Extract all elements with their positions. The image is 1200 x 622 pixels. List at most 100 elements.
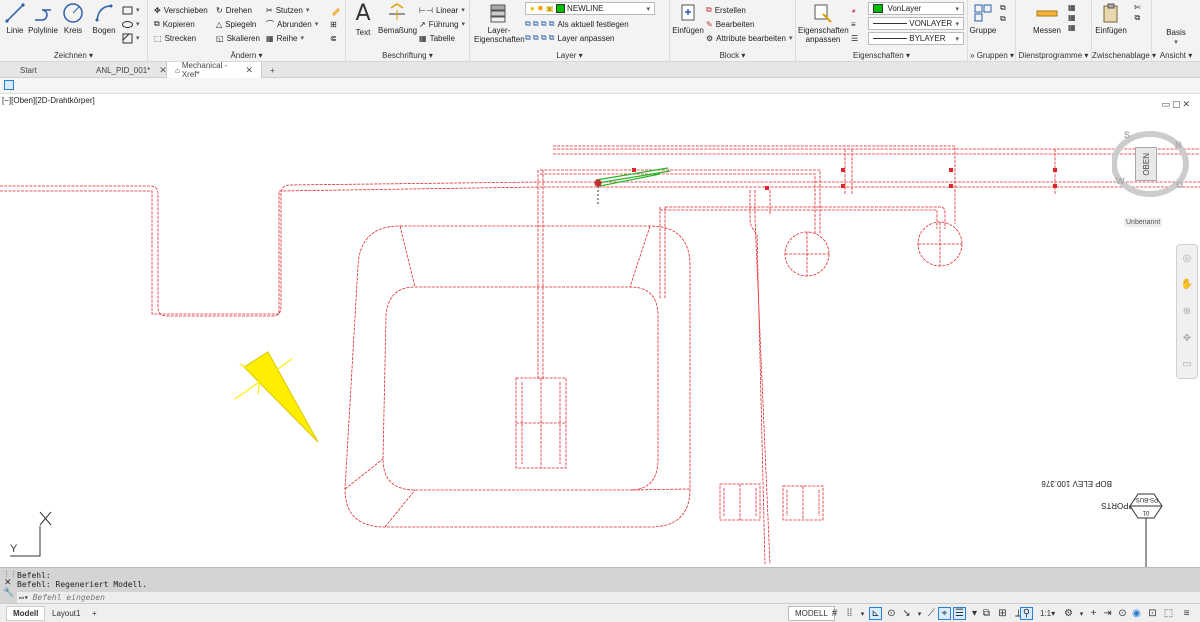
- offset-button[interactable]: ⋐: [330, 31, 337, 45]
- basis-button[interactable]: Basis ▾: [1158, 28, 1194, 46]
- panel-title-zwischenablage[interactable]: Zwischenablage ▾: [1092, 51, 1156, 60]
- polylinie-button[interactable]: Polylinie: [28, 2, 58, 35]
- bemassung-button[interactable]: Bemaßung: [378, 2, 417, 35]
- tab-mechanical[interactable]: ⌂ Mechanical - Xref* ✕: [166, 61, 262, 79]
- drawing-canvas[interactable]: Y BOP ELEV 100.376 SUPPORTS PS-BUS- 01: [0, 94, 1200, 567]
- tab-modell[interactable]: Modell: [6, 606, 46, 621]
- tab-start[interactable]: Start: [12, 62, 86, 78]
- panel-title-dienstprogramme[interactable]: Dienstprogramme ▾: [1016, 51, 1091, 60]
- zw-einfuegen-button[interactable]: Einfügen: [1094, 2, 1128, 35]
- lineweight-dropdown[interactable]: BYLAYER ▾: [868, 32, 964, 45]
- linie-button[interactable]: Linie: [3, 2, 27, 35]
- layer-dropdown[interactable]: ● ✹ ▣ NEWLINE ▾: [525, 2, 655, 15]
- kopieren-button[interactable]: ⧉ Kopieren: [154, 17, 195, 31]
- viewcube-north[interactable]: N: [1175, 140, 1182, 150]
- annotation-visibility-icon[interactable]: ⚲: [1020, 607, 1033, 620]
- 3d-osnap-icon[interactable]: ⊞: [996, 607, 1009, 620]
- workspace-gear-icon[interactable]: ⚙: [1062, 607, 1075, 620]
- verschieben-button[interactable]: ✥ Verschieben: [154, 3, 208, 17]
- nav-showmotion-icon[interactable]: ▭: [1182, 359, 1191, 370]
- spiegeln-button[interactable]: △ Spiegeln: [216, 17, 256, 31]
- lineweight-display-icon[interactable]: ☰: [953, 607, 966, 620]
- text-button[interactable]: A Text: [350, 2, 376, 38]
- color-wheel-button[interactable]: ◕: [851, 3, 856, 17]
- tab-layout1[interactable]: Layout1: [46, 606, 86, 621]
- viewcube-east[interactable]: O: [1176, 180, 1183, 190]
- panel-title-beschriftung[interactable]: Beschriftung ▾: [346, 51, 469, 60]
- block-einfuegen-button[interactable]: Einfügen: [672, 2, 704, 35]
- erase-button[interactable]: [330, 3, 341, 17]
- color-dropdown[interactable]: VonLayer ▾: [868, 2, 964, 15]
- add-layout-button[interactable]: +: [86, 606, 103, 621]
- selection-cycling-icon[interactable]: ⧉: [980, 607, 993, 620]
- fuehrung-button[interactable]: ↗ Führung ▾: [419, 17, 465, 31]
- nav-zoom-icon[interactable]: ⊕: [1183, 306, 1191, 317]
- gruppe-button[interactable]: Gruppe: [969, 2, 997, 35]
- panel-toggle-icon[interactable]: [4, 80, 14, 90]
- group-tools[interactable]: ⧉ ⧉: [1000, 3, 1006, 24]
- plus-icon[interactable]: +: [1087, 607, 1100, 620]
- drawing-viewport[interactable]: [−][Oben][2D-Drahtkörper] ▭▢✕ Y BOP ELEV…: [0, 94, 1200, 567]
- osnap-track-icon[interactable]: ⟋: [925, 607, 938, 620]
- linetype-button[interactable]: ≡: [851, 17, 856, 31]
- nav-orbit-icon[interactable]: ✥: [1183, 333, 1191, 344]
- command-input[interactable]: ▭▾ Befehl eingeben: [17, 592, 1200, 603]
- polar-icon[interactable]: ⊙: [885, 607, 898, 620]
- viewcube[interactable]: OBEN N S W O: [1111, 130, 1200, 210]
- viewcube-west[interactable]: W: [1116, 176, 1125, 186]
- tab-anl-pid[interactable]: ANL_PID_001* ✕: [88, 62, 167, 78]
- lineweight-button[interactable]: ☰: [851, 31, 858, 45]
- explode-button[interactable]: ⊞: [330, 17, 337, 31]
- bogen-button[interactable]: Bogen: [92, 2, 116, 35]
- eigenschaften-anpassen-button[interactable]: Eigenschaften anpassen: [798, 2, 849, 44]
- linetype-dropdown[interactable]: VONLAYER ▾: [868, 17, 964, 30]
- panel-title-block[interactable]: Block ▾: [670, 51, 795, 60]
- drehen-button[interactable]: ↻ Drehen: [216, 3, 252, 17]
- erstellen-button[interactable]: ⧉ Erstellen: [706, 3, 746, 17]
- attribute-bearbeiten-button[interactable]: ⚙ Attribute bearbeiten ▾: [706, 31, 793, 45]
- calculator-tools[interactable]: ▦ ▦ ▦: [1068, 3, 1076, 32]
- rectangle-tool[interactable]: ▾: [122, 3, 140, 17]
- panel-title-layer[interactable]: Layer ▾: [470, 51, 669, 60]
- command-settings-icon[interactable]: 🔧: [3, 587, 14, 598]
- grid-icon[interactable]: #: [828, 607, 841, 620]
- abrunden-button[interactable]: ⌒ Abrunden ▾: [266, 17, 318, 31]
- hardware-accel-icon[interactable]: ◉: [1130, 607, 1143, 620]
- clipboard-tools[interactable]: ✄ ⧉: [1134, 3, 1141, 23]
- als-aktuell-button[interactable]: ⧉ ⧉ ⧉ ⧉ Als aktuell festlegen: [525, 17, 629, 31]
- isolate-icon[interactable]: ⊙: [1116, 607, 1129, 620]
- customize-menu-icon[interactable]: ≡: [1180, 607, 1193, 620]
- isodraft-icon[interactable]: ↘: [900, 607, 913, 620]
- viewcube-south[interactable]: S: [1124, 130, 1130, 140]
- messen-button[interactable]: Messen: [1030, 2, 1064, 35]
- panel-title-ansicht[interactable]: Ansicht ▾: [1152, 51, 1200, 60]
- skalieren-button[interactable]: ◱ Skalieren: [216, 31, 260, 45]
- snap-icon[interactable]: ⁞⁞: [843, 607, 856, 620]
- reihe-button[interactable]: ▦ Reihe ▾: [266, 31, 304, 45]
- layer-eigenschaften-button[interactable]: Layer- Eigenschaften: [474, 2, 525, 44]
- viewcube-face[interactable]: OBEN: [1135, 147, 1157, 181]
- ellipse-tool[interactable]: ▾: [122, 17, 140, 31]
- bearbeiten-button[interactable]: ✎ Bearbeiten: [706, 17, 754, 31]
- hatch-tool[interactable]: ▾: [122, 31, 140, 45]
- object-snap-icon[interactable]: ⌖: [938, 607, 951, 620]
- nav-steering-wheel-icon[interactable]: ◎: [1183, 253, 1192, 264]
- annotation-scale[interactable]: 1:1 ▾: [1034, 606, 1061, 621]
- tabelle-button[interactable]: ▦ Tabelle: [419, 31, 455, 45]
- kreis-button[interactable]: Kreis: [61, 2, 85, 35]
- new-tab-button[interactable]: +: [262, 62, 284, 78]
- panel-title-gruppen[interactable]: » Gruppen ▾: [968, 51, 1015, 60]
- linear-button[interactable]: ⊢⊣ Linear ▾: [419, 3, 465, 17]
- panel-title-aendern[interactable]: Ändern ▾: [148, 51, 345, 60]
- stutzen-button[interactable]: ✂ Stutzen ▾: [266, 3, 309, 17]
- ortho-icon[interactable]: ⊾: [869, 607, 882, 620]
- panel-title-eigenschaften[interactable]: Eigenschaften ▾: [796, 51, 967, 60]
- layer-anpassen-button[interactable]: ⧉ ⧉ ⧉ ⧉ Layer anpassen: [525, 31, 614, 45]
- wcs-menu[interactable]: Unbenannt: [1124, 218, 1163, 227]
- fullscreen-icon[interactable]: ⬚: [1162, 607, 1175, 620]
- snap-dropdown-icon[interactable]: ▾: [856, 607, 869, 620]
- units-icon[interactable]: ⇥: [1101, 607, 1114, 620]
- close-icon[interactable]: ✕: [245, 65, 253, 76]
- clean-screen-icon[interactable]: ⊡: [1146, 607, 1159, 620]
- strecken-button[interactable]: ⬚ Strecken: [154, 31, 196, 45]
